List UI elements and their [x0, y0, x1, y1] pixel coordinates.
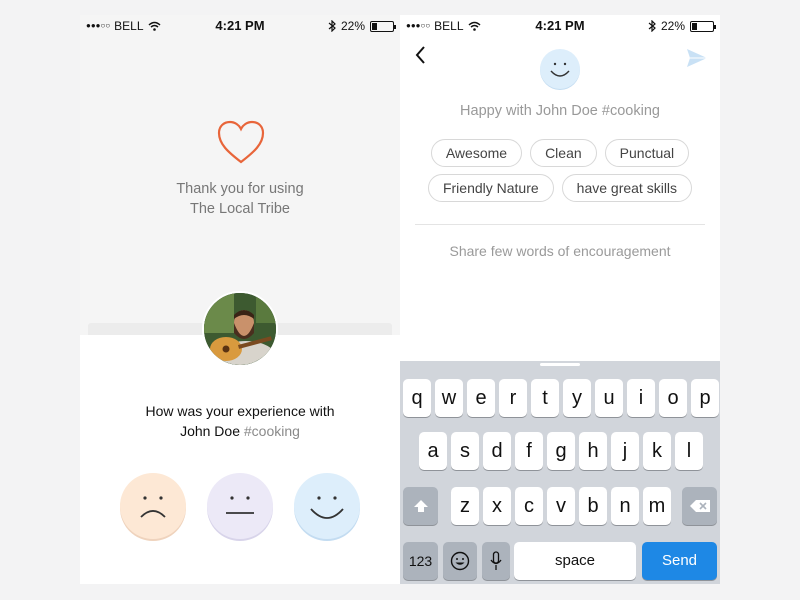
key-g[interactable]: g — [547, 432, 575, 470]
backspace-key[interactable] — [682, 487, 717, 525]
happy-face-icon — [310, 496, 344, 519]
keyboard: qwertyuiop asdfghjkl zxcvbnm 123 space S… — [400, 361, 720, 584]
back-chevron-icon[interactable] — [414, 45, 426, 65]
shift-key[interactable] — [403, 487, 438, 525]
tag-chip[interactable]: Clean — [530, 139, 597, 167]
emoji-key[interactable] — [443, 542, 477, 580]
neutral-face-button[interactable] — [207, 473, 273, 539]
battery-icon — [370, 20, 396, 32]
avatar — [202, 291, 278, 367]
numbers-key[interactable]: 123 — [403, 542, 438, 580]
feedback-header: Happy with John Doe #cooking — [460, 103, 660, 119]
key-x[interactable]: x — [483, 487, 511, 525]
rating-screen: ●●●○○ BELL 4:21 PM 22% Thank you for usi… — [80, 15, 400, 584]
key-v[interactable]: v — [547, 487, 575, 525]
status-bar: ●●●○○ BELL 4:21 PM 22% — [80, 15, 400, 35]
key-y[interactable]: y — [563, 379, 591, 417]
rating-options — [80, 473, 400, 543]
key-e[interactable]: e — [467, 379, 495, 417]
bluetooth-icon — [328, 20, 336, 32]
feedback-screen: ●●●○○ BELL 4:21 PM 22% Happy with John D… — [400, 15, 720, 584]
key-j[interactable]: j — [611, 432, 639, 470]
key-b[interactable]: b — [579, 487, 607, 525]
key-i[interactable]: i — [627, 379, 655, 417]
shift-arrow-icon — [413, 500, 428, 512]
emoji-icon — [450, 551, 470, 571]
bluetooth-icon — [648, 20, 656, 32]
key-a[interactable]: a — [419, 432, 447, 470]
key-p[interactable]: p — [691, 379, 719, 417]
selected-happy-face — [540, 49, 580, 89]
experience-question: How was your experience with John Doe #c… — [145, 403, 335, 439]
sad-face-icon — [140, 496, 166, 518]
keyboard-handle — [540, 363, 580, 366]
provider-name: John Doe — [180, 423, 240, 439]
heart-icon — [217, 120, 265, 164]
key-r[interactable]: r — [499, 379, 527, 417]
send-icon[interactable] — [686, 48, 708, 68]
send-key[interactable]: Send — [642, 542, 717, 580]
key-h[interactable]: h — [579, 432, 607, 470]
tag-chip[interactable]: Friendly Nature — [427, 174, 554, 202]
key-q[interactable]: q — [403, 379, 431, 417]
space-key[interactable]: space — [514, 542, 636, 580]
key-d[interactable]: d — [483, 432, 511, 470]
thanks-message: Thank you for using The Local Tribe — [176, 181, 304, 217]
happy-face-icon — [550, 62, 570, 77]
sad-face-button[interactable] — [120, 473, 186, 539]
battery-icon — [690, 20, 716, 32]
service-tag: #cooking — [243, 423, 300, 439]
key-w[interactable]: w — [435, 379, 463, 417]
tag-list: Awesome Clean Punctual Friendly Nature h… — [400, 139, 720, 209]
neutral-face-icon — [226, 496, 254, 514]
key-t[interactable]: t — [531, 379, 559, 417]
key-m[interactable]: m — [643, 487, 671, 525]
key-k[interactable]: k — [643, 432, 671, 470]
backspace-icon — [689, 500, 710, 512]
key-s[interactable]: s — [451, 432, 479, 470]
key-f[interactable]: f — [515, 432, 543, 470]
divider — [415, 224, 705, 225]
key-c[interactable]: c — [515, 487, 543, 525]
tag-chip[interactable]: Awesome — [430, 139, 523, 167]
key-l[interactable]: l — [675, 432, 703, 470]
dictation-key[interactable] — [482, 542, 510, 580]
battery-percent: 22% — [340, 19, 365, 33]
comment-input[interactable]: Share few words of encouragement — [400, 243, 720, 259]
key-o[interactable]: o — [659, 379, 687, 417]
tag-chip[interactable]: Punctual — [604, 139, 690, 167]
battery-percent: 22% — [660, 19, 685, 33]
key-z[interactable]: z — [451, 487, 479, 525]
key-n[interactable]: n — [611, 487, 639, 525]
microphone-icon — [490, 551, 502, 570]
key-u[interactable]: u — [595, 379, 623, 417]
status-bar: ●●●○○ BELL 4:21 PM 22% — [400, 15, 720, 35]
rating-card — [80, 335, 400, 584]
happy-face-button[interactable] — [294, 473, 360, 539]
tag-chip[interactable]: have great skills — [561, 174, 693, 202]
